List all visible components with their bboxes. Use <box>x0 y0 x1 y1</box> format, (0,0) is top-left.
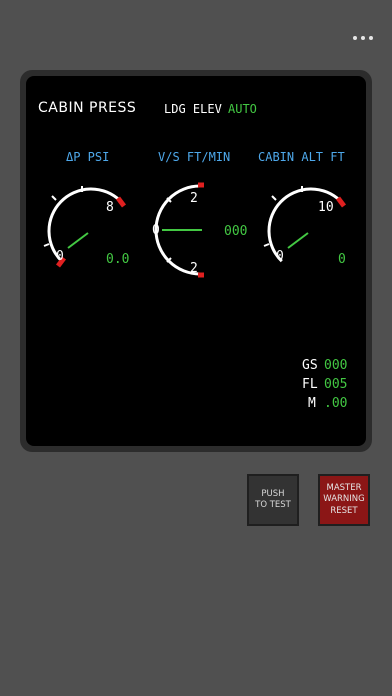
page-title: CABIN PRESS <box>38 100 137 116</box>
vs-mid-label: 0 <box>152 223 160 238</box>
m-label: M <box>308 396 316 411</box>
ldg-elev-label: LDG ELEV <box>164 102 222 116</box>
delta-p-min-label: 0 <box>56 249 64 264</box>
fl-label: FL <box>302 377 318 392</box>
cabin-alt-gauge: 10 0 <box>263 186 346 264</box>
cabin-alt-label: CABIN ALT FT <box>258 150 345 164</box>
cabin-alt-value: 0 <box>338 252 346 267</box>
cabin-alt-max-limit <box>336 196 346 208</box>
delta-p-label: ΔP PSI <box>66 150 110 164</box>
delta-p-max-limit <box>116 196 126 208</box>
master-warning-reset-button[interactable]: MASTER WARNING RESET <box>318 474 370 526</box>
delta-p-max-label: 8 <box>106 200 114 215</box>
cabin-alt-needle <box>287 232 309 249</box>
push-to-test-label: PUSH TO TEST <box>255 488 291 510</box>
m-value: .00 <box>324 396 348 411</box>
fl-value: 005 <box>324 377 348 392</box>
gs-label: GS <box>302 358 318 373</box>
cabin-alt-max-label: 10 <box>318 200 334 215</box>
master-warning-label: MASTER WARNING RESET <box>323 483 365 516</box>
delta-p-needle <box>67 232 89 249</box>
more-options-icon[interactable] <box>348 28 378 48</box>
push-to-test-button[interactable]: PUSH TO TEST <box>247 474 299 526</box>
vs-value: 000 <box>224 224 248 239</box>
vs-top-label: 2 <box>190 191 198 206</box>
cabin-press-display: CABIN PRESS LDG ELEV AUTO ΔP PSI 8 0 0.0… <box>26 76 366 446</box>
ldg-elev-value: AUTO <box>228 102 257 116</box>
vs-bottom-label: 2 <box>190 261 198 276</box>
vs-label: V/S FT/MIN <box>158 150 231 164</box>
delta-p-value: 0.0 <box>106 252 130 267</box>
gs-value: 000 <box>324 358 348 373</box>
cabin-alt-min-label: 0 <box>276 249 284 264</box>
